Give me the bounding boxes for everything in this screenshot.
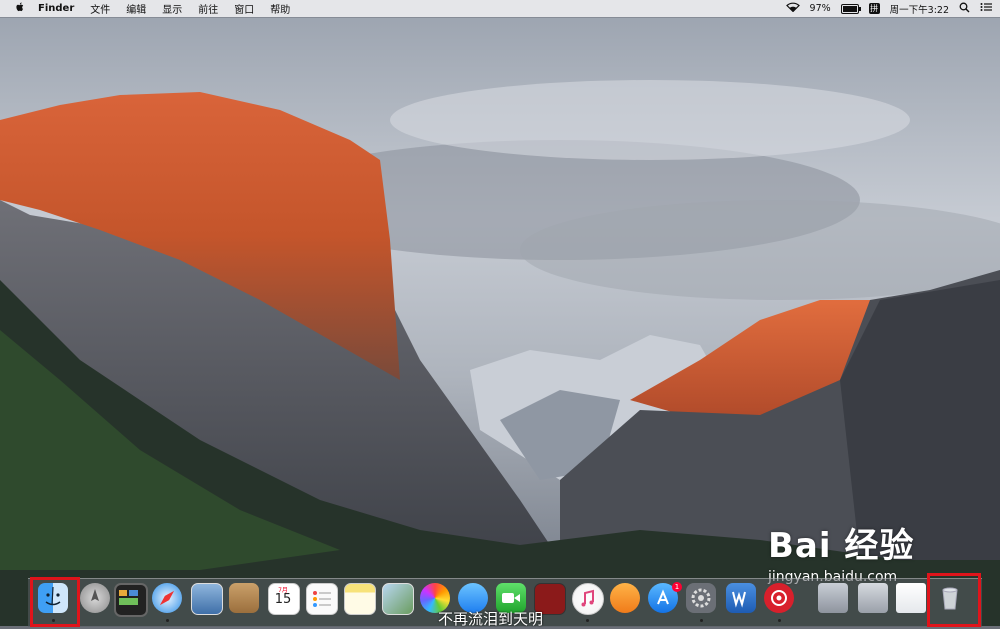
preview-icon[interactable] [191,583,223,615]
netease-running-indicator [778,619,781,622]
netease-music-icon[interactable] [764,583,794,613]
wifi-icon[interactable] [785,2,800,15]
launchpad-icon[interactable] [80,583,110,613]
word-icon[interactable] [726,583,756,613]
trash-highlight-box [927,573,981,627]
menu-edit[interactable]: 编辑 [118,1,154,16]
ibooks-icon[interactable] [610,583,640,613]
spotlight-search-icon[interactable] [959,2,970,16]
notification-center-icon[interactable] [980,2,992,15]
safari-running-indicator [166,619,169,622]
document-icon[interactable] [896,583,926,613]
menu-file[interactable]: 文件 [82,1,118,16]
menubar-clock[interactable]: 周一下午3:22 [890,2,949,16]
finder-highlight-box [30,577,80,627]
app-menu-finder[interactable]: Finder [26,3,82,14]
menu-view[interactable]: 显示 [154,1,190,16]
watermark-brand: Bai 经验 [768,526,915,566]
itunes-icon[interactable] [572,583,604,615]
safari-icon[interactable] [152,583,182,613]
preview-photos-icon[interactable] [382,583,414,615]
system-preferences-icon[interactable] [686,583,716,613]
system-preferences-running-indicator [700,619,703,622]
input-method-icon[interactable]: 拼 [868,3,880,14]
calendar-day: 15 [274,592,292,607]
reminders-icon[interactable] [306,583,338,615]
battery-percent: 97% [809,3,831,14]
mission-control-icon[interactable] [114,583,148,617]
contacts-icon[interactable] [229,583,259,613]
apple-menu-icon[interactable] [14,1,26,16]
menu-window[interactable]: 窗口 [226,1,262,16]
folder-icon[interactable] [818,583,848,613]
downloads-icon[interactable] [858,583,888,613]
app-store-badge: 1 [672,582,682,592]
menu-help[interactable]: 帮助 [262,1,298,16]
baidu-watermark: Bai 经验 jingyan.baidu.com [768,518,914,585]
notes-icon[interactable] [344,583,376,615]
menu-go[interactable]: 前往 [190,1,226,16]
battery-icon[interactable] [840,3,861,14]
menu-bar: Finder 文件 编辑 显示 前往 窗口 帮助 97% 拼 周一下午3:22 [0,0,1000,17]
itunes-running-indicator [586,619,589,622]
